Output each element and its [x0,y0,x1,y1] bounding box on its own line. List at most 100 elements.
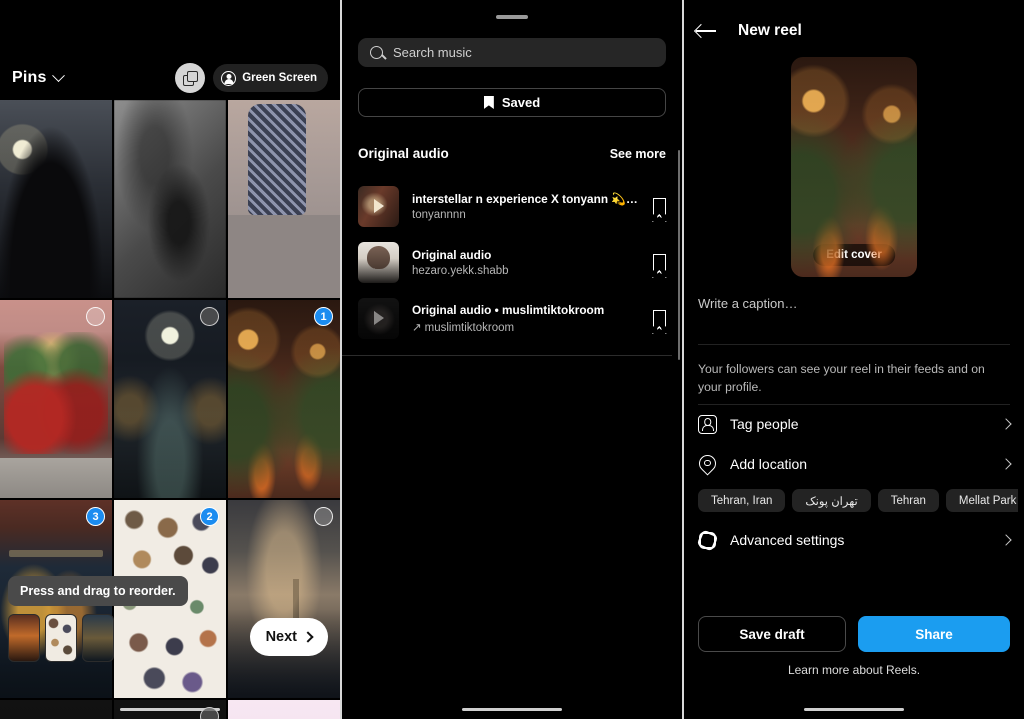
advanced-settings-row[interactable]: Advanced settings [698,527,1012,553]
chevron-right-icon [1000,458,1012,470]
selection-order-badge[interactable]: 2 [200,507,219,526]
tag-people-row[interactable]: Tag people [698,411,1012,437]
saved-button[interactable]: Saved [358,88,666,117]
media-thumbnail [228,100,340,298]
media-thumbnail [228,300,340,498]
media-thumbnail [114,100,226,298]
green-screen-button[interactable]: Green Screen [213,64,328,92]
audio-meta: Original audio • muslimtiktokroom ↗ muslim… [412,303,640,334]
bookmark-outline-icon[interactable] [652,309,667,334]
media-thumbnail [0,700,112,719]
layers-button[interactable] [175,63,206,93]
selection-order-badge[interactable]: 3 [86,507,105,526]
audio-track-row[interactable]: Original audio hezaro.yekk.shabb [358,234,667,290]
audio-thumbnail[interactable] [358,241,399,283]
see-more-link[interactable]: See more [610,147,666,161]
tag-people-label: Tag people [730,416,799,432]
caption-divider [698,344,1010,345]
media-grid-cell[interactable]: 1 [228,300,340,498]
location-suggestions: Tehran, Iranتهران پونکTehranMellat Parkب… [698,489,1018,512]
add-location-label: Add location [730,456,808,472]
share-button[interactable]: Share [858,616,1010,652]
page-title: New reel [738,22,802,39]
audio-track-row[interactable]: interstellar n experience X tonyann 💫✨ to… [358,178,667,234]
media-grid-cell[interactable] [228,700,340,719]
reel-cover-preview[interactable]: Edit cover [791,57,917,277]
selection-checkbox[interactable] [200,307,219,326]
bookmark-outline-icon[interactable] [652,253,667,278]
chevron-right-icon [1000,534,1012,546]
bookmark-filled-icon [483,96,494,109]
selected-clips-strip[interactable] [8,614,114,662]
note-divider [698,404,1010,405]
album-label: Pins [12,69,47,86]
audio-subtitle-text: muslimtiktokroom [424,321,515,334]
selection-checkbox[interactable] [314,507,333,526]
location-chip[interactable]: تهران پونک [792,489,871,512]
location-chip[interactable]: Mellat Park [945,489,1018,512]
audio-subtitle-text: tonyannnn [412,208,466,221]
tag-people-icon [698,414,717,434]
add-location-row[interactable]: Add location [698,451,1012,477]
reorder-tooltip: Press and drag to reorder. [8,576,188,606]
media-grid-cell[interactable] [228,500,340,698]
media-thumbnail [0,100,112,298]
chevron-right-icon [1000,418,1012,430]
media-thumbnail [228,500,340,698]
saved-label: Saved [501,95,541,110]
followers-note: Your followers can see your reel in thei… [698,362,985,394]
album-selector[interactable]: Pins [12,68,65,87]
media-grid-cell[interactable] [0,300,112,498]
learn-more-link[interactable]: Learn more about Reels. [684,663,1024,677]
audio-subtitle: tonyannnn [412,209,640,221]
layers-icon [182,70,198,86]
media-grid-cell[interactable] [114,100,226,298]
selection-checkbox[interactable] [200,707,219,719]
audio-title: interstellar n experience X tonyann 💫✨ [412,191,640,206]
location-chip[interactable]: Tehran [877,489,939,512]
next-button[interactable]: Next [249,618,328,656]
bookmark-outline-icon[interactable] [652,197,667,222]
media-grid-cell[interactable] [0,100,112,298]
search-placeholder: Search music [393,45,472,60]
save-draft-button[interactable]: Save draft [698,616,846,652]
media-grid-cell[interactable] [228,100,340,298]
section-title: Original audio [358,146,449,161]
media-picker-topbar: Pins Green Screen [0,58,340,98]
selected-clip-thumbnail[interactable] [45,614,77,662]
original-audio-section-header: Original audio See more [358,146,666,161]
caption-input[interactable]: Write a caption… [698,296,797,311]
new-reel-panel: New reel Edit cover Write a caption… You… [684,0,1024,719]
search-icon [370,46,383,59]
arrow-left-icon[interactable] [696,24,716,38]
media-grid-cell[interactable] [0,700,112,719]
action-buttons: Save draft Share [698,616,1010,652]
selected-clip-thumbnail[interactable] [8,614,40,662]
scrollbar[interactable] [678,150,680,360]
edit-cover-button[interactable]: Edit cover [813,244,895,266]
audio-track-row[interactable]: Original audio • muslimtiktokroom ↗ muslim… [358,290,667,346]
audio-subtitle-text: hezaro.yekk.shabb [412,264,509,277]
home-indicator [462,708,562,711]
audio-thumbnail[interactable] [358,297,399,339]
three-panel-screenshot: Pins Green Screen 1 3 2 Press and drag to … [0,0,1024,719]
search-music-field[interactable]: Search music [358,38,666,67]
external-link-icon: ↗ [412,321,422,334]
audio-meta: interstellar n experience X tonyann 💫✨ to… [412,192,640,221]
drag-handle-icon[interactable] [496,15,528,19]
play-icon [373,255,384,269]
location-chip[interactable]: Tehran, Iran [698,489,786,512]
selected-clip-thumbnail[interactable] [82,614,114,662]
selection-order-badge[interactable]: 1 [314,307,333,326]
selection-checkbox[interactable] [86,307,105,326]
advanced-settings-label: Advanced settings [730,532,845,548]
home-indicator [804,708,904,711]
media-grid-cell[interactable] [114,300,226,498]
new-reel-header: New reel [684,16,1024,46]
audio-thumbnail[interactable] [358,185,399,227]
chevron-right-icon [302,631,314,643]
audio-subtitle: hezaro.yekk.shabb [412,265,640,277]
next-label: Next [265,629,297,645]
green-screen-label: Green Screen [242,72,317,84]
section-divider [342,355,672,356]
